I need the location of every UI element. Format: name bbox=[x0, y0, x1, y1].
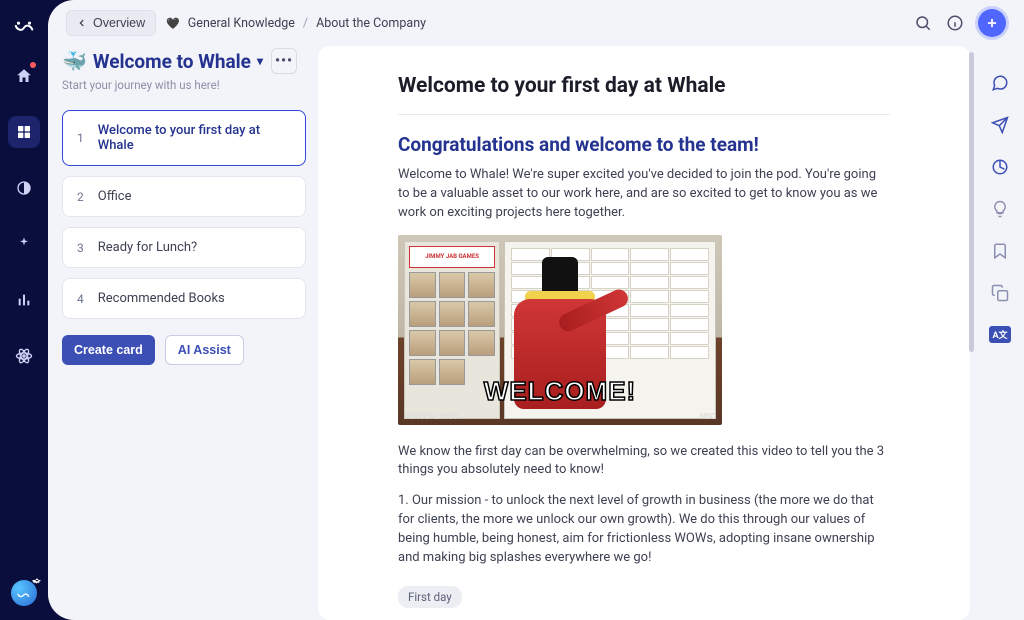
crumb-1[interactable]: General Knowledge bbox=[188, 16, 295, 31]
nav-analytics[interactable] bbox=[8, 284, 40, 316]
document: Welcome to your first day at Whale Congr… bbox=[318, 46, 970, 620]
page-subtitle: Start your journey with us here! bbox=[62, 78, 306, 92]
breadcrumb: 🖤 General Knowledge / About the Company bbox=[166, 16, 426, 31]
divider bbox=[398, 114, 890, 115]
doc-paragraph: 1. Our mission - to unlock the next leve… bbox=[398, 492, 890, 567]
doc-heading: Congratulations and welcome to the team! bbox=[398, 133, 890, 156]
right-rail: A文 bbox=[976, 46, 1024, 620]
nav-contrast[interactable] bbox=[8, 172, 40, 204]
language-toggle[interactable]: A文 bbox=[989, 326, 1010, 343]
doc-paragraph: We know the first day can be overwhelmin… bbox=[398, 443, 890, 481]
card-item[interactable]: 2 Office bbox=[62, 176, 306, 217]
page-title-text: Welcome to Whale bbox=[93, 50, 251, 73]
card-item[interactable]: 1 Welcome to your first day at Whale bbox=[62, 110, 306, 166]
create-card-button[interactable]: Create card bbox=[62, 335, 155, 365]
card-label: Office bbox=[98, 189, 132, 204]
comment-icon[interactable] bbox=[991, 74, 1009, 92]
card-number: 4 bbox=[77, 292, 84, 306]
tag-chip[interactable]: First day bbox=[398, 586, 462, 608]
back-button[interactable]: Overview bbox=[66, 10, 156, 36]
more-button[interactable]: ••• bbox=[271, 48, 297, 74]
card-item[interactable]: 3 Ready for Lunch? bbox=[62, 227, 306, 268]
content-area: Welcome to your first day at Whale Congr… bbox=[318, 46, 1024, 620]
back-label: Overview bbox=[93, 16, 145, 30]
add-button[interactable] bbox=[978, 9, 1006, 37]
crumb-sep: / bbox=[303, 16, 308, 31]
chevron-down-icon: ▾ bbox=[257, 54, 263, 68]
gear-icon bbox=[31, 574, 43, 586]
crumb-2[interactable]: About the Company bbox=[316, 16, 426, 31]
card-label: Recommended Books bbox=[98, 291, 225, 306]
page-title[interactable]: 🐳 Welcome to Whale ▾ bbox=[62, 49, 263, 73]
sidebar: 🐳 Welcome to Whale ▾ ••• Start your jour… bbox=[48, 46, 318, 620]
gif-banner: JIMMY JAB GAMES bbox=[409, 246, 495, 268]
card-item[interactable]: 4 Recommended Books bbox=[62, 278, 306, 319]
doc-paragraph: Welcome to Whale! We're super excited yo… bbox=[398, 166, 890, 223]
card-label: Welcome to your first day at Whale bbox=[98, 123, 291, 153]
nav-sparkle[interactable] bbox=[8, 228, 40, 260]
card-list: 1 Welcome to your first day at Whale 2 O… bbox=[62, 110, 306, 319]
gif-caption: WELCOME! bbox=[398, 376, 722, 407]
info-icon[interactable] bbox=[946, 14, 964, 32]
nav-home[interactable] bbox=[8, 60, 40, 92]
lightbulb-icon[interactable] bbox=[991, 200, 1009, 218]
nav-dashboard[interactable] bbox=[8, 116, 40, 148]
search-icon[interactable] bbox=[914, 14, 932, 32]
analytics-icon[interactable] bbox=[991, 158, 1009, 176]
card-label: Ready for Lunch? bbox=[98, 240, 197, 255]
card-number: 1 bbox=[77, 131, 84, 145]
heart-icon: 🖤 bbox=[166, 17, 180, 30]
topbar: Overview 🖤 General Knowledge / About the… bbox=[48, 0, 1024, 46]
doc-title: Welcome to your first day at Whale bbox=[398, 74, 890, 98]
notification-dot bbox=[30, 62, 36, 68]
bookmark-icon[interactable] bbox=[991, 242, 1009, 260]
ai-assist-button[interactable]: AI Assist bbox=[165, 335, 244, 365]
left-rail bbox=[0, 0, 48, 620]
main-panel: Overview 🖤 General Knowledge / About the… bbox=[48, 0, 1024, 620]
copy-icon[interactable] bbox=[991, 284, 1009, 302]
card-number: 2 bbox=[77, 190, 84, 204]
app-logo bbox=[13, 14, 35, 36]
whale-emoji: 🐳 bbox=[62, 49, 87, 73]
card-number: 3 bbox=[77, 241, 84, 255]
nav-atom[interactable] bbox=[8, 340, 40, 372]
send-icon[interactable] bbox=[991, 116, 1009, 134]
gif-hashtag: #BROOKLYN99 bbox=[404, 412, 458, 421]
welcome-gif: JIMMY JAB GAMES bbox=[398, 235, 722, 425]
user-avatar[interactable] bbox=[11, 580, 37, 606]
scrollbar-thumb[interactable] bbox=[969, 52, 974, 352]
gif-network: NBC bbox=[700, 412, 716, 421]
